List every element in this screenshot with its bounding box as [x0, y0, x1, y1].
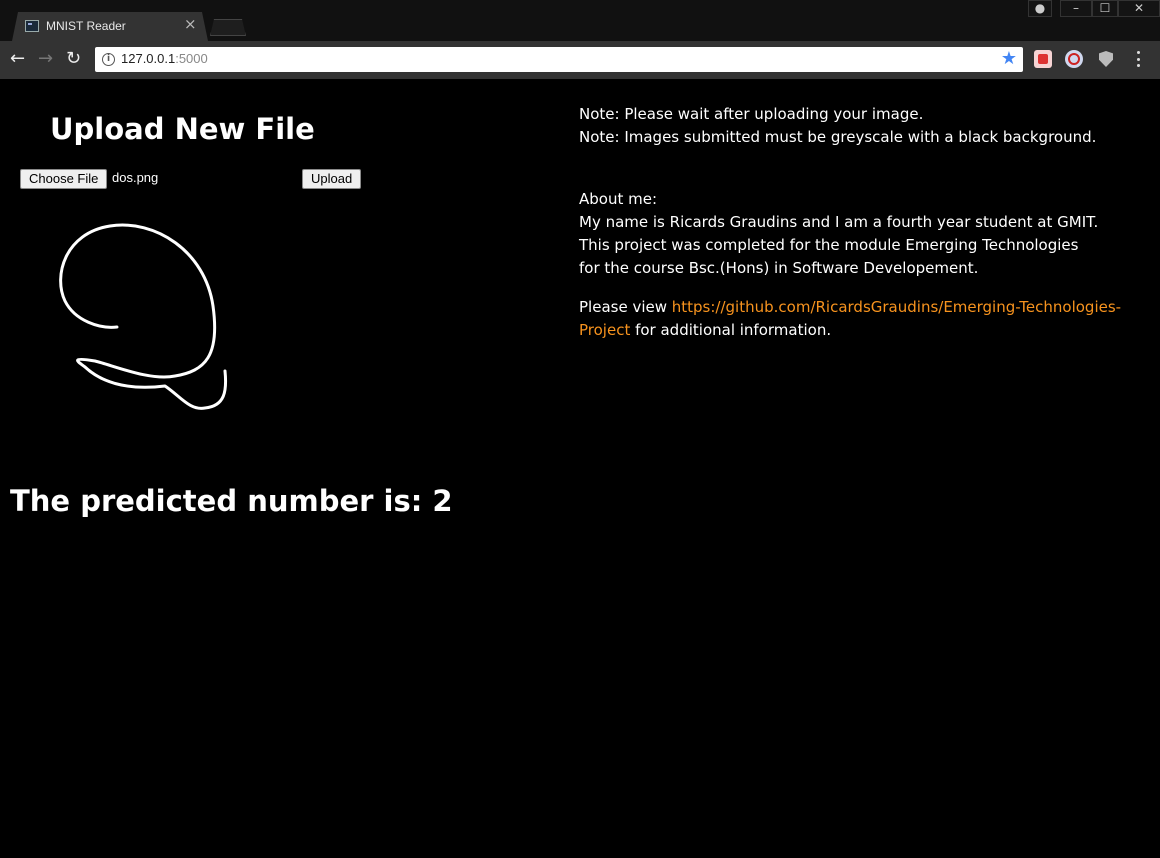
- block-extension-icon[interactable]: [1065, 50, 1083, 68]
- browser-titlebar: MNIST Reader × ● – ☐ ✕: [0, 0, 1160, 41]
- view-paragraph: Please view https://github.com/RicardsGr…: [579, 296, 1149, 342]
- upload-button[interactable]: Upload: [302, 169, 362, 189]
- browser-toolbar: ← → ↻ i 127.0.0.1:5000 ★: [0, 41, 1160, 79]
- prediction-result: The predicted number is: 2: [10, 484, 453, 518]
- back-icon[interactable]: ←: [10, 48, 25, 70]
- view-prefix: Please view: [579, 298, 672, 316]
- shield-icon[interactable]: [1097, 50, 1115, 68]
- maximize-button[interactable]: ☐: [1092, 0, 1118, 17]
- note-wait: Note: Please wait after uploading your i…: [579, 105, 924, 123]
- window-controls: ● – ☐ ✕: [1028, 0, 1160, 17]
- url-text[interactable]: 127.0.0.1:5000: [121, 51, 208, 66]
- close-window-button[interactable]: ✕: [1118, 0, 1160, 17]
- handwritten-digit-stroke: [59, 223, 228, 410]
- url-port: :5000: [175, 51, 208, 66]
- new-tab-button[interactable]: [210, 19, 246, 36]
- tab-title: MNIST Reader: [46, 19, 126, 33]
- kebab-menu-icon[interactable]: [1137, 51, 1140, 67]
- minimize-button[interactable]: –: [1060, 0, 1092, 17]
- about-line-1: My name is Ricards Graudins and I am a f…: [579, 213, 1099, 231]
- extension-icon[interactable]: [1034, 50, 1052, 68]
- url-host: 127.0.0.1: [121, 51, 176, 66]
- info-panel: Note: Please wait after uploading your i…: [579, 103, 1149, 342]
- view-suffix: for additional information.: [630, 321, 832, 339]
- about-heading: About me:: [579, 190, 658, 208]
- page-content: Upload New File Choose File dos.png Uplo…: [0, 79, 1160, 858]
- about-line-3: for the course Bsc.(Hons) in Software De…: [579, 259, 979, 277]
- forward-icon[interactable]: →: [38, 48, 53, 70]
- about-line-2: This project was completed for the modul…: [579, 236, 1079, 254]
- address-bar[interactable]: i 127.0.0.1:5000 ★: [95, 47, 1023, 72]
- terminal-icon: [25, 20, 39, 32]
- uploaded-digit-image: [59, 223, 228, 410]
- reload-icon[interactable]: ↻: [66, 48, 81, 70]
- info-icon[interactable]: i: [102, 53, 115, 66]
- note-greyscale: Note: Images submitted must be greyscale…: [579, 128, 1097, 146]
- star-icon[interactable]: ★: [1001, 48, 1017, 69]
- browser-tab[interactable]: MNIST Reader ×: [12, 12, 208, 41]
- profile-icon[interactable]: ●: [1028, 0, 1052, 17]
- tab-close-icon[interactable]: ×: [184, 15, 197, 33]
- upload-title: Upload New File: [50, 112, 315, 146]
- selected-file-name: dos.png: [112, 170, 159, 185]
- choose-file-button[interactable]: Choose File: [20, 169, 108, 189]
